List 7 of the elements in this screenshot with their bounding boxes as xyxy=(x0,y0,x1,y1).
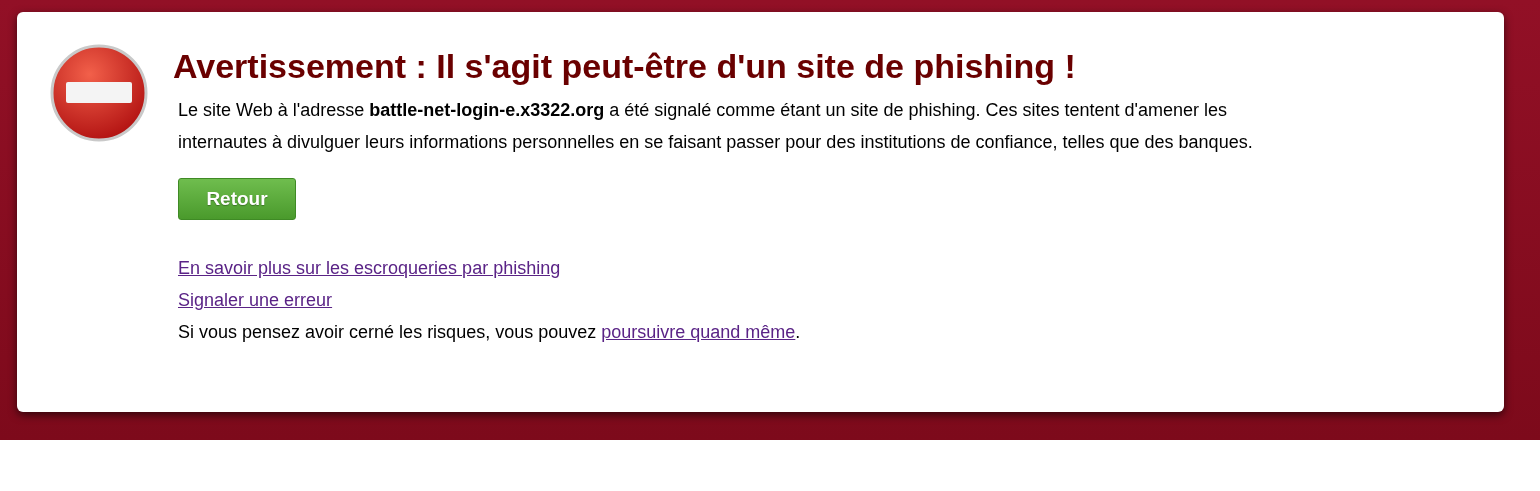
no-entry-icon xyxy=(50,44,148,142)
proceed-sentence: Si vous pensez avoir cerné les risques, vous pouvez poursuivre quand même. xyxy=(178,322,801,342)
warning-title: Avertissement : Il s'agit peut-être d'un site de phishing ! xyxy=(173,46,1077,87)
help-link[interactable]: Signaler une erreur xyxy=(178,290,333,310)
warning-message: Le site Web à l'adresse battle-net-login-e.x3322.org a été signalé comme étant un site de phishing. Ces sites tentent d'amener les internautes à divulguer leurs informations personnelles en se faisant passer pour des institutions de confiance, telles que des banques. xyxy=(178,99,1254,154)
proceed-link[interactable]: poursuivre quand même xyxy=(601,322,796,342)
help-link[interactable]: En savoir plus sur les escroqueries par phishing xyxy=(178,258,561,278)
